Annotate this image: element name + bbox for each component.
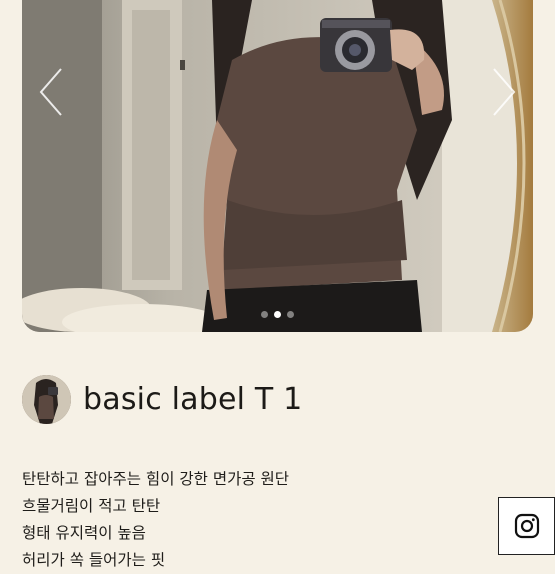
product-photo <box>22 0 533 332</box>
carousel-dots <box>22 311 533 318</box>
avatar[interactable] <box>22 375 71 424</box>
carousel-dot-active[interactable] <box>274 311 281 318</box>
description-line: 탄탄하고 잡아주는 힘이 강한 면가공 원단 <box>22 470 290 488</box>
description-line: 흐물거림이 적고 탄탄 <box>22 497 161 515</box>
product-image-carousel[interactable] <box>22 0 533 332</box>
avatar-image <box>22 375 71 424</box>
chevron-right-icon <box>493 68 516 116</box>
description-line: 허리가 쏙 들어가는 핏 <box>22 551 166 569</box>
carousel-prev-button[interactable] <box>34 62 68 122</box>
product-description: 탄탄하고 잡아주는 힘이 강한 면가공 원단 흐물거림이 적고 탄탄 형태 유지… <box>22 466 482 574</box>
carousel-next-button[interactable] <box>487 62 521 122</box>
instagram-button[interactable] <box>498 497 555 555</box>
description-line: 형태 유지력이 높음 <box>22 524 146 542</box>
instagram-icon <box>514 513 539 539</box>
carousel-dot[interactable] <box>287 311 294 318</box>
chevron-left-icon <box>39 68 62 116</box>
seller-name[interactable]: basic label T 1 <box>83 382 302 417</box>
seller-profile[interactable]: basic label T 1 <box>22 375 302 424</box>
carousel-dot[interactable] <box>261 311 268 318</box>
